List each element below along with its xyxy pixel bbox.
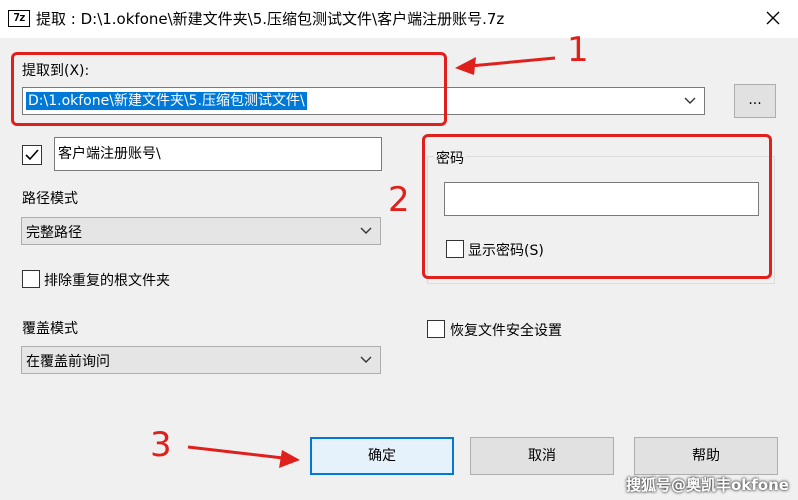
watermark: 搜狐号@奥凯丰okfone <box>626 476 789 494</box>
annotation-arrows <box>187 56 556 468</box>
annotation-number-3: 3 <box>150 425 172 465</box>
annotation-number-2: 2 <box>388 180 410 220</box>
arrow-3 <box>187 445 300 468</box>
arrow-1 <box>455 56 556 75</box>
annotation-number-1: 1 <box>567 30 589 70</box>
